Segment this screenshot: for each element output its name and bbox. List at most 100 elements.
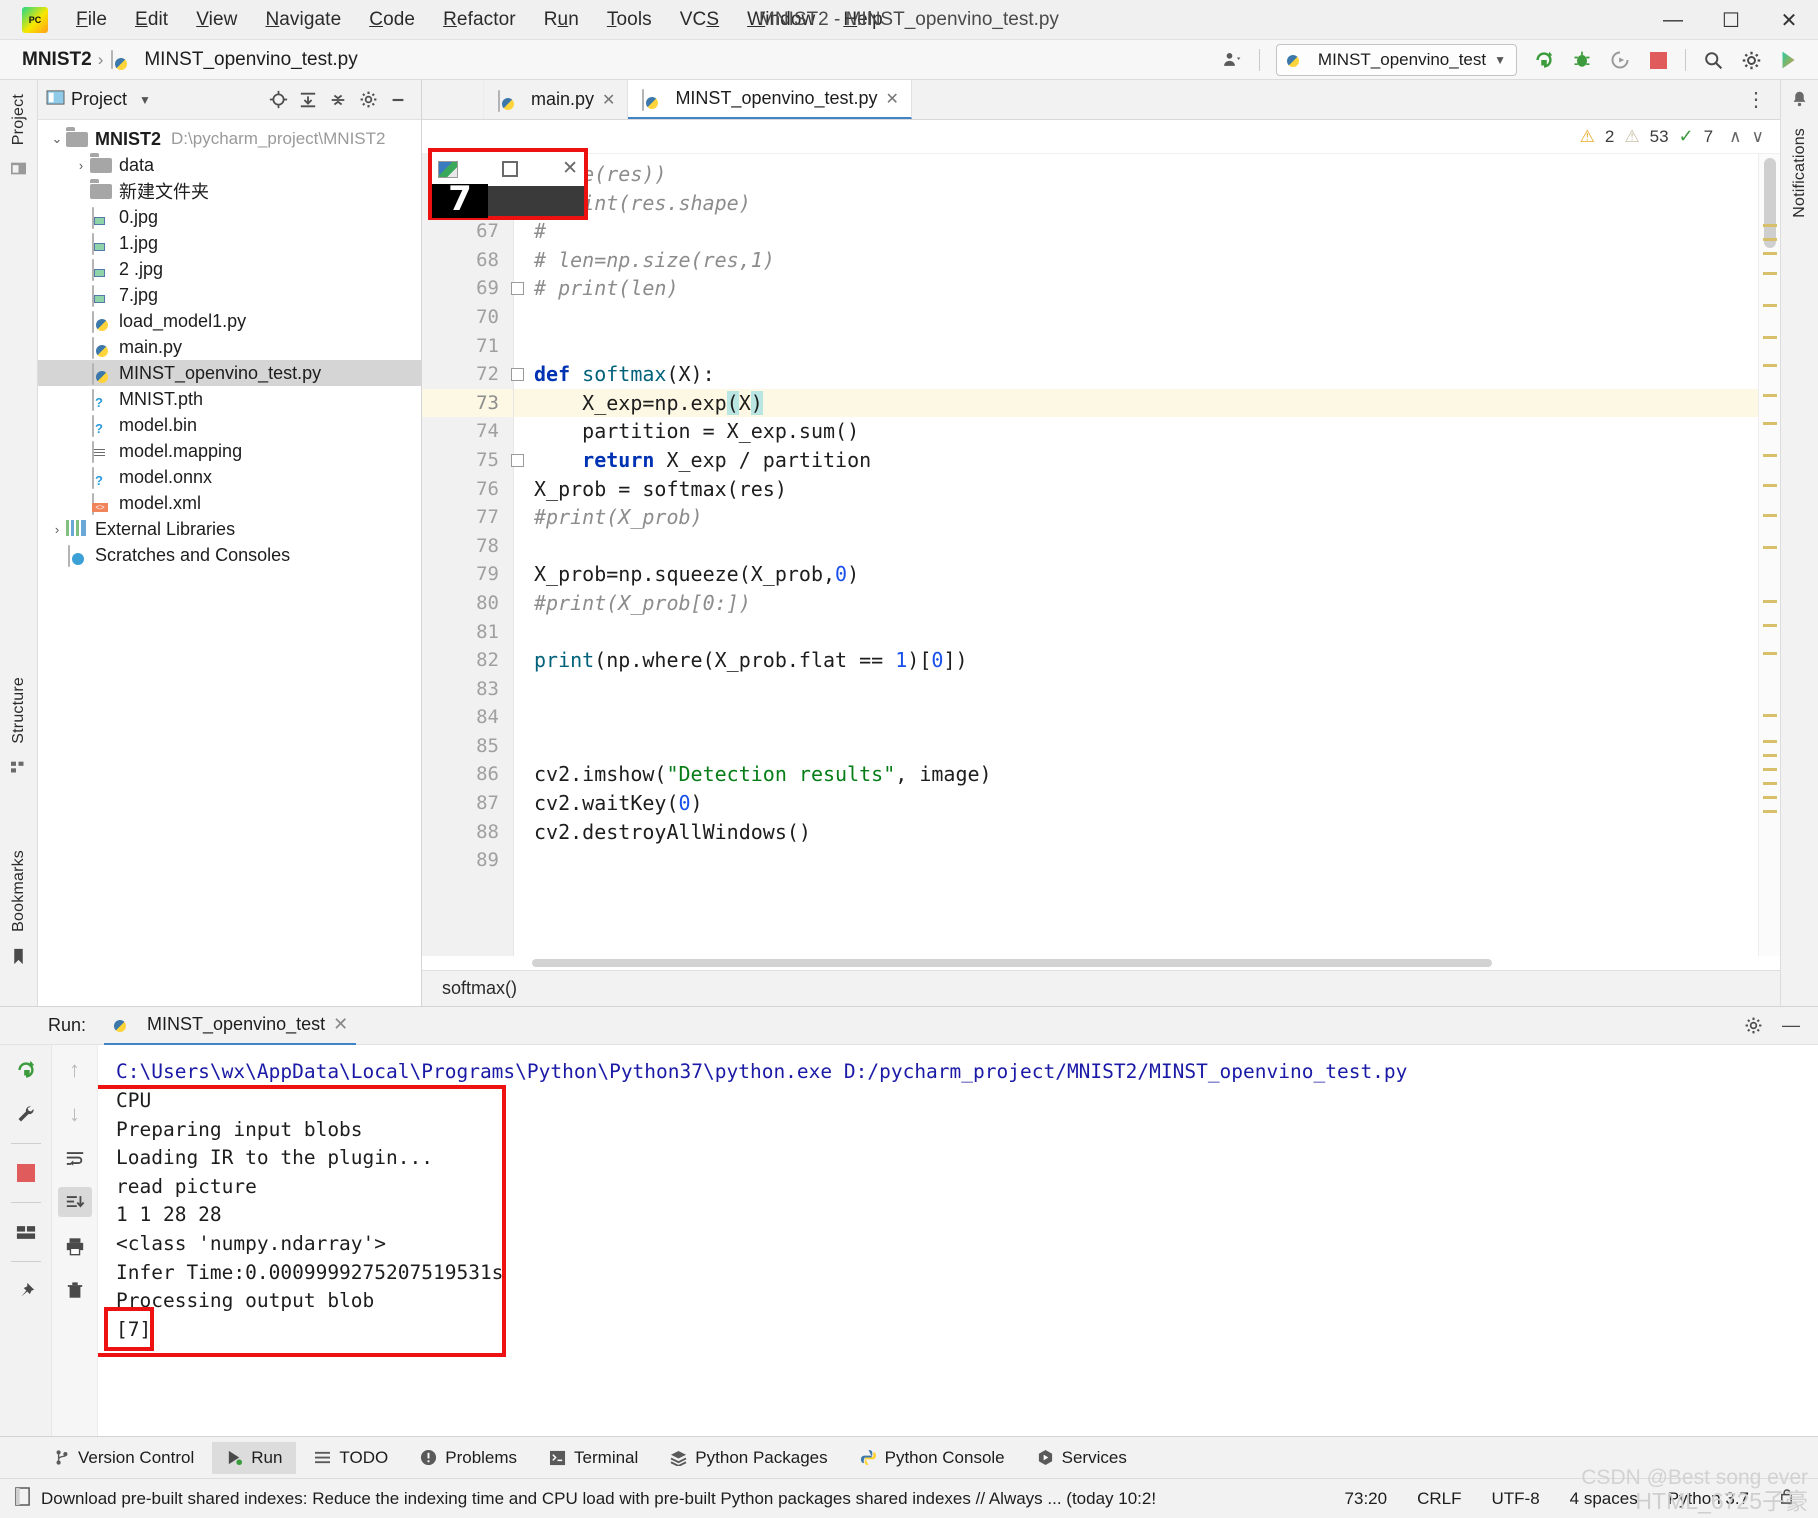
python-interpreter[interactable]: Python 3.7: [1658, 1489, 1759, 1509]
tree-node[interactable]: model.mapping: [38, 438, 421, 464]
menu-vcs[interactable]: VCS: [666, 6, 733, 34]
status-message[interactable]: Download pre-built shared indexes: Reduc…: [41, 1489, 1325, 1509]
breadcrumb-project[interactable]: MNIST2: [22, 49, 92, 71]
menu-window[interactable]: Window: [733, 6, 829, 34]
notifications-bell-icon[interactable]: [1791, 90, 1808, 112]
tree-expand-arrow-icon[interactable]: ›: [72, 158, 90, 173]
tree-expand-arrow-icon[interactable]: ⌄: [48, 131, 66, 147]
stop-icon[interactable]: [9, 1158, 43, 1188]
horizontal-scroll-thumb[interactable]: [532, 959, 1492, 967]
minimize-button[interactable]: —: [1644, 0, 1702, 40]
code-line[interactable]: cv2.imshow("Detection results", image): [514, 760, 1758, 789]
tree-node[interactable]: 1.jpg: [38, 230, 421, 256]
menu-edit[interactable]: Edit: [121, 6, 182, 34]
run-configuration-selector[interactable]: MINST_openvino_test ▼: [1275, 44, 1517, 76]
tree-node[interactable]: load_model1.py: [38, 308, 421, 334]
run-console[interactable]: C:\Users\wx\AppData\Local\Programs\Pytho…: [98, 1045, 1818, 1436]
tree-node[interactable]: › External Libraries: [38, 516, 421, 542]
settings-gear-icon[interactable]: [1732, 42, 1770, 78]
tool-window-button-python-packages[interactable]: Python Packages: [656, 1442, 841, 1474]
horizontal-scrollbar[interactable]: [422, 956, 1780, 970]
code-line[interactable]: # print(res.shape): [514, 189, 1758, 218]
code-text[interactable]: (type(res)) # print(res.shape) # # len=np.s…: [514, 154, 1758, 956]
project-settings-gear-icon[interactable]: [353, 85, 383, 115]
locate-file-icon[interactable]: [263, 85, 293, 115]
up-icon[interactable]: ↑: [58, 1055, 92, 1085]
vertical-scroll-thumb[interactable]: [1764, 158, 1776, 248]
code-line[interactable]: X_prob=np.squeeze(X_prob,0): [514, 560, 1758, 589]
menu-help[interactable]: Help: [829, 6, 896, 34]
coverage-icon[interactable]: [1601, 42, 1639, 78]
tool-window-button-services[interactable]: Services: [1023, 1442, 1141, 1474]
tree-node[interactable]: › data: [38, 152, 421, 178]
tree-node[interactable]: ? model.bin: [38, 412, 421, 438]
rail-bookmarks-label[interactable]: Bookmarks: [10, 844, 28, 938]
editor-tab-openvino[interactable]: MINST_openvino_test.py ✕: [628, 80, 912, 119]
menu-refactor[interactable]: Refactor: [429, 6, 530, 34]
updates-icon[interactable]: [1770, 42, 1808, 78]
rail-project-label[interactable]: Project: [10, 88, 28, 151]
scroll-to-end-icon[interactable]: [57, 1187, 92, 1217]
code-line[interactable]: (type(res)): [514, 160, 1758, 189]
code-line[interactable]: [514, 846, 1758, 875]
maximize-icon[interactable]: [502, 161, 519, 177]
code-line[interactable]: partition = X_exp.sum(): [514, 417, 1758, 446]
close-button[interactable]: ✕: [1760, 0, 1818, 40]
tool-window-button-run[interactable]: Run: [212, 1441, 297, 1474]
tree-node[interactable]: 7.jpg: [38, 282, 421, 308]
close-tab-icon[interactable]: ✕: [602, 90, 615, 110]
code-editor[interactable]: 6667686970717273747576777879808182838485…: [422, 154, 1780, 956]
collapse-all-icon[interactable]: [323, 85, 353, 115]
tree-node[interactable]: MINST_openvino_test.py: [38, 360, 421, 386]
tree-node[interactable]: ? model.onnx: [38, 464, 421, 490]
tool-window-button-todo[interactable]: TODO: [300, 1442, 402, 1474]
settings-wrench-icon[interactable]: [9, 1099, 43, 1129]
tree-node[interactable]: ? MNIST.pth: [38, 386, 421, 412]
search-icon[interactable]: [1694, 42, 1732, 78]
menu-tools[interactable]: Tools: [593, 6, 666, 34]
tool-window-button-problems[interactable]: Problems: [406, 1442, 531, 1474]
file-encoding[interactable]: UTF-8: [1482, 1489, 1550, 1509]
run-icon[interactable]: [1525, 42, 1563, 78]
code-line[interactable]: [514, 732, 1758, 761]
code-line[interactable]: X_prob = softmax(res): [514, 475, 1758, 504]
menu-view[interactable]: View: [182, 6, 251, 34]
account-icon[interactable]: [1213, 42, 1251, 78]
tree-node[interactable]: Scratches and Consoles: [38, 542, 421, 568]
code-line[interactable]: [514, 703, 1758, 732]
tool-window-button-python-console[interactable]: Python Console: [846, 1442, 1019, 1474]
code-line[interactable]: #print(X_prob): [514, 503, 1758, 532]
tree-expand-arrow-icon[interactable]: ›: [48, 522, 66, 537]
menu-code[interactable]: Code: [355, 6, 429, 34]
hide-panel-icon[interactable]: [383, 85, 413, 115]
code-line[interactable]: # len=np.size(res,1): [514, 246, 1758, 275]
line-separator[interactable]: CRLF: [1407, 1489, 1471, 1509]
pin-icon[interactable]: [9, 1276, 43, 1306]
code-line[interactable]: [514, 532, 1758, 561]
code-line[interactable]: # print(len): [514, 274, 1758, 303]
tree-node[interactable]: 2 .jpg: [38, 256, 421, 282]
menu-navigate[interactable]: Navigate: [251, 6, 355, 34]
code-line[interactable]: print(np.where(X_prob.flat == 1)[0]): [514, 646, 1758, 675]
opencv-detection-window[interactable]: ✕ 7: [428, 148, 588, 220]
code-line[interactable]: return X_exp / partition: [514, 446, 1758, 475]
chevron-down-icon[interactable]: ▼: [1494, 53, 1506, 67]
hide-run-window-icon[interactable]: —: [1774, 1011, 1808, 1041]
editor-tab-overflow-icon[interactable]: ⋮: [1732, 80, 1780, 119]
code-line[interactable]: [514, 675, 1758, 704]
caret-position[interactable]: 73:20: [1335, 1489, 1398, 1509]
tree-node[interactable]: 新建文件夹: [38, 178, 421, 204]
code-line[interactable]: cv2.destroyAllWindows(): [514, 818, 1758, 847]
run-settings-gear-icon[interactable]: [1736, 1011, 1770, 1041]
prev-problem-icon[interactable]: ∧: [1729, 127, 1741, 147]
rail-structure-label[interactable]: Structure: [10, 671, 28, 750]
tool-window-button-terminal[interactable]: Terminal: [535, 1442, 652, 1474]
code-line[interactable]: cv2.waitKey(0): [514, 789, 1758, 818]
menu-file[interactable]: File: [62, 6, 121, 34]
menu-run[interactable]: Run: [530, 6, 593, 34]
tool-window-button-version-control[interactable]: Version Control: [40, 1442, 208, 1474]
rerun-icon[interactable]: [9, 1055, 43, 1085]
lock-icon[interactable]: [1769, 1488, 1804, 1510]
code-line[interactable]: X_exp=np.exp(X): [514, 388, 1758, 418]
editor-scrollbar[interactable]: [1758, 154, 1780, 956]
